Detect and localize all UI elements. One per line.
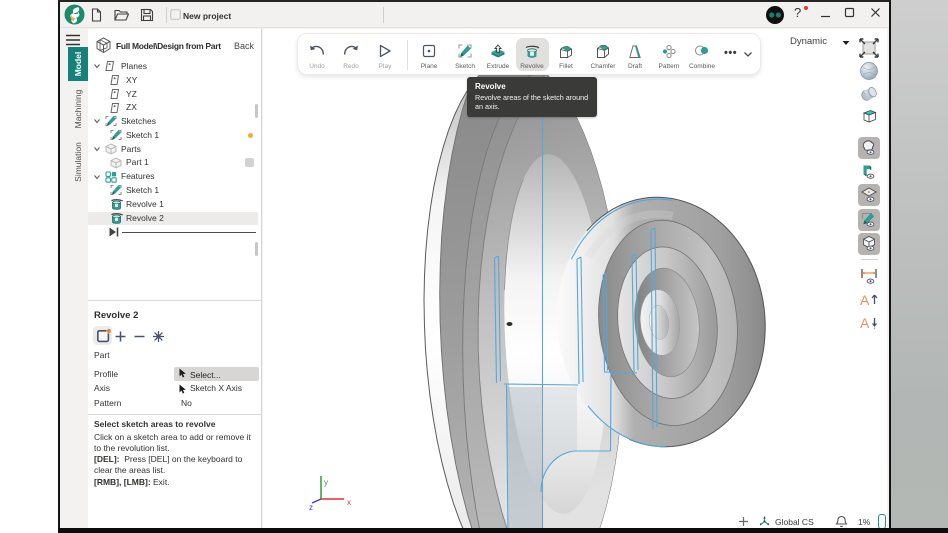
svg-text:x: x bbox=[347, 498, 351, 507]
svg-text:z: z bbox=[309, 503, 313, 512]
svg-text:y: y bbox=[324, 478, 328, 487]
svg-text:A: A bbox=[860, 315, 870, 331]
svg-text:A: A bbox=[860, 292, 870, 308]
